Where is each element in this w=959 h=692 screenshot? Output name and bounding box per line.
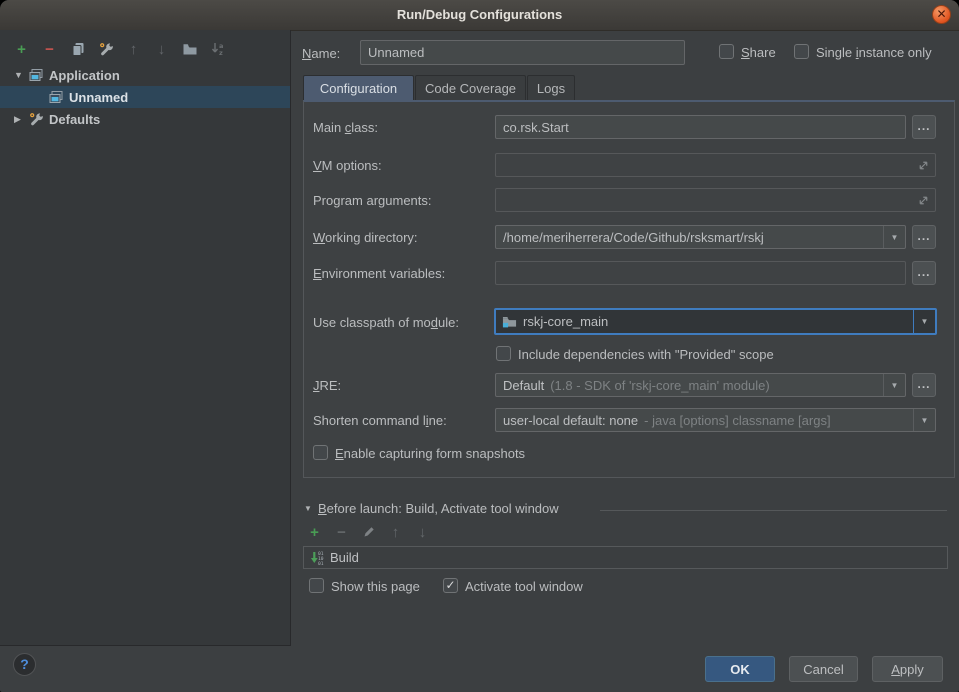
program-arguments-label: Program arguments: bbox=[313, 193, 432, 208]
move-down-icon[interactable]: ↓ bbox=[414, 524, 431, 541]
title-bar[interactable]: Run/Debug Configurations ✕ bbox=[0, 0, 959, 31]
build-icon: 011001 bbox=[309, 550, 325, 566]
run-debug-configurations-dialog: Run/Debug Configurations ✕ + − ↑ ↓ az ▼ bbox=[0, 0, 959, 692]
include-dependencies-label[interactable]: Include dependencies with "Provided" sco… bbox=[518, 347, 774, 362]
tree-item-label: Application bbox=[49, 68, 120, 83]
application-icon bbox=[28, 67, 44, 83]
add-icon[interactable]: + bbox=[13, 41, 30, 58]
working-directory-browse-button[interactable]: ... bbox=[912, 225, 936, 249]
chevron-down-icon[interactable]: ▼ bbox=[14, 70, 26, 80]
remove-icon[interactable]: − bbox=[41, 41, 58, 58]
help-button[interactable]: ? bbox=[13, 653, 36, 676]
environment-variables-label: Environment variables: bbox=[313, 266, 445, 281]
apply-button[interactable]: Apply bbox=[872, 656, 943, 682]
share-checkbox[interactable] bbox=[719, 44, 734, 59]
cancel-button[interactable]: Cancel bbox=[789, 656, 858, 682]
include-dependencies-checkbox[interactable] bbox=[496, 346, 511, 361]
close-button[interactable]: ✕ bbox=[932, 5, 951, 24]
sort-alphabetically-icon[interactable]: az bbox=[209, 41, 226, 58]
show-this-page-label[interactable]: Show this page bbox=[331, 579, 420, 594]
shorten-command-line-label: Shorten command line: bbox=[313, 413, 447, 428]
environment-variables-browse-button[interactable]: ... bbox=[912, 261, 936, 285]
defaults-wrench-icon bbox=[28, 111, 44, 127]
ok-button[interactable]: OK bbox=[705, 656, 775, 682]
single-instance-label[interactable]: Single instance only bbox=[816, 45, 932, 60]
sidebar-toolbar: + − ↑ ↓ az bbox=[13, 40, 226, 58]
working-directory-label: Working directory: bbox=[313, 230, 418, 245]
before-launch-task-row[interactable]: 011001 Build bbox=[303, 546, 948, 569]
configurations-sidebar: + − ↑ ↓ az ▼ Application bbox=[0, 30, 291, 646]
edit-icon[interactable] bbox=[360, 524, 377, 541]
expand-field-icon[interactable] bbox=[917, 194, 930, 207]
vm-options-field[interactable] bbox=[495, 153, 936, 177]
use-classpath-label: Use classpath of module: bbox=[313, 315, 459, 330]
chevron-down-icon[interactable]: ▼ bbox=[883, 226, 905, 248]
move-up-icon[interactable]: ↑ bbox=[387, 524, 404, 541]
main-class-field[interactable]: co.rsk.Start bbox=[495, 115, 906, 139]
task-label: Build bbox=[330, 550, 359, 565]
name-label: Name: bbox=[302, 46, 340, 61]
chevron-down-icon[interactable]: ▼ bbox=[883, 374, 905, 396]
enable-capturing-checkbox[interactable] bbox=[313, 445, 328, 460]
svg-text:01: 01 bbox=[318, 560, 324, 565]
tree-item-unnamed[interactable]: Unnamed bbox=[0, 86, 290, 108]
window-title: Run/Debug Configurations bbox=[0, 7, 959, 22]
move-down-icon[interactable]: ↓ bbox=[153, 41, 170, 58]
tab-code-coverage[interactable]: Code Coverage bbox=[415, 75, 526, 100]
chevron-down-icon[interactable]: ▼ bbox=[304, 504, 316, 513]
svg-text:z: z bbox=[219, 49, 223, 57]
tree-item-defaults[interactable]: ▶ Defaults bbox=[0, 108, 290, 130]
application-icon bbox=[48, 89, 64, 105]
enable-capturing-label[interactable]: Enable capturing form snapshots bbox=[335, 446, 525, 461]
chevron-down-icon[interactable]: ▼ bbox=[913, 310, 935, 333]
program-arguments-field[interactable] bbox=[495, 188, 936, 212]
before-launch-header[interactable]: Before launch: Build, Activate tool wind… bbox=[318, 501, 559, 516]
tab-configuration[interactable]: Configuration bbox=[303, 75, 414, 100]
single-instance-checkbox[interactable] bbox=[794, 44, 809, 59]
main-class-browse-button[interactable]: ... bbox=[912, 115, 936, 139]
before-launch-divider bbox=[600, 510, 947, 511]
tab-logs[interactable]: Logs bbox=[527, 75, 575, 100]
move-up-icon[interactable]: ↑ bbox=[125, 41, 142, 58]
expand-field-icon[interactable] bbox=[917, 159, 930, 172]
use-classpath-combobox[interactable]: rskj-core_main ▼ bbox=[494, 308, 937, 335]
new-folder-icon[interactable] bbox=[181, 41, 198, 58]
activate-tool-window-checkbox[interactable]: ✓ bbox=[443, 578, 458, 593]
jre-combobox[interactable]: Default (1.8 - SDK of 'rskj-core_main' m… bbox=[495, 373, 906, 397]
shorten-command-line-combobox[interactable]: user-local default: none - java [options… bbox=[495, 408, 936, 432]
name-input[interactable] bbox=[360, 40, 685, 65]
configurations-tree: ▼ Application Unnamed ▶ Defaults bbox=[0, 64, 290, 130]
edit-defaults-icon[interactable] bbox=[97, 41, 114, 58]
working-directory-combobox[interactable]: /home/meriherrera/Code/Github/rsksmart/r… bbox=[495, 225, 906, 249]
tree-item-label: Defaults bbox=[49, 112, 100, 127]
module-icon bbox=[502, 314, 517, 329]
vm-options-label: VM options: bbox=[313, 158, 382, 173]
share-label[interactable]: Share bbox=[741, 45, 776, 60]
chevron-right-icon[interactable]: ▶ bbox=[14, 114, 26, 125]
main-class-label: Main class: bbox=[313, 120, 378, 135]
copy-icon[interactable] bbox=[69, 41, 86, 58]
jre-browse-button[interactable]: ... bbox=[912, 373, 936, 397]
remove-icon[interactable]: − bbox=[333, 524, 350, 541]
show-this-page-checkbox[interactable] bbox=[309, 578, 324, 593]
environment-variables-field[interactable] bbox=[495, 261, 906, 285]
before-launch-toolbar: + − ↑ ↓ bbox=[306, 524, 431, 540]
tree-item-label: Unnamed bbox=[69, 90, 128, 105]
tree-item-application[interactable]: ▼ Application bbox=[0, 64, 290, 86]
chevron-down-icon[interactable]: ▼ bbox=[913, 409, 935, 431]
jre-label: JRE: bbox=[313, 378, 341, 393]
activate-tool-window-label[interactable]: Activate tool window bbox=[465, 579, 583, 594]
add-icon[interactable]: + bbox=[306, 524, 323, 541]
